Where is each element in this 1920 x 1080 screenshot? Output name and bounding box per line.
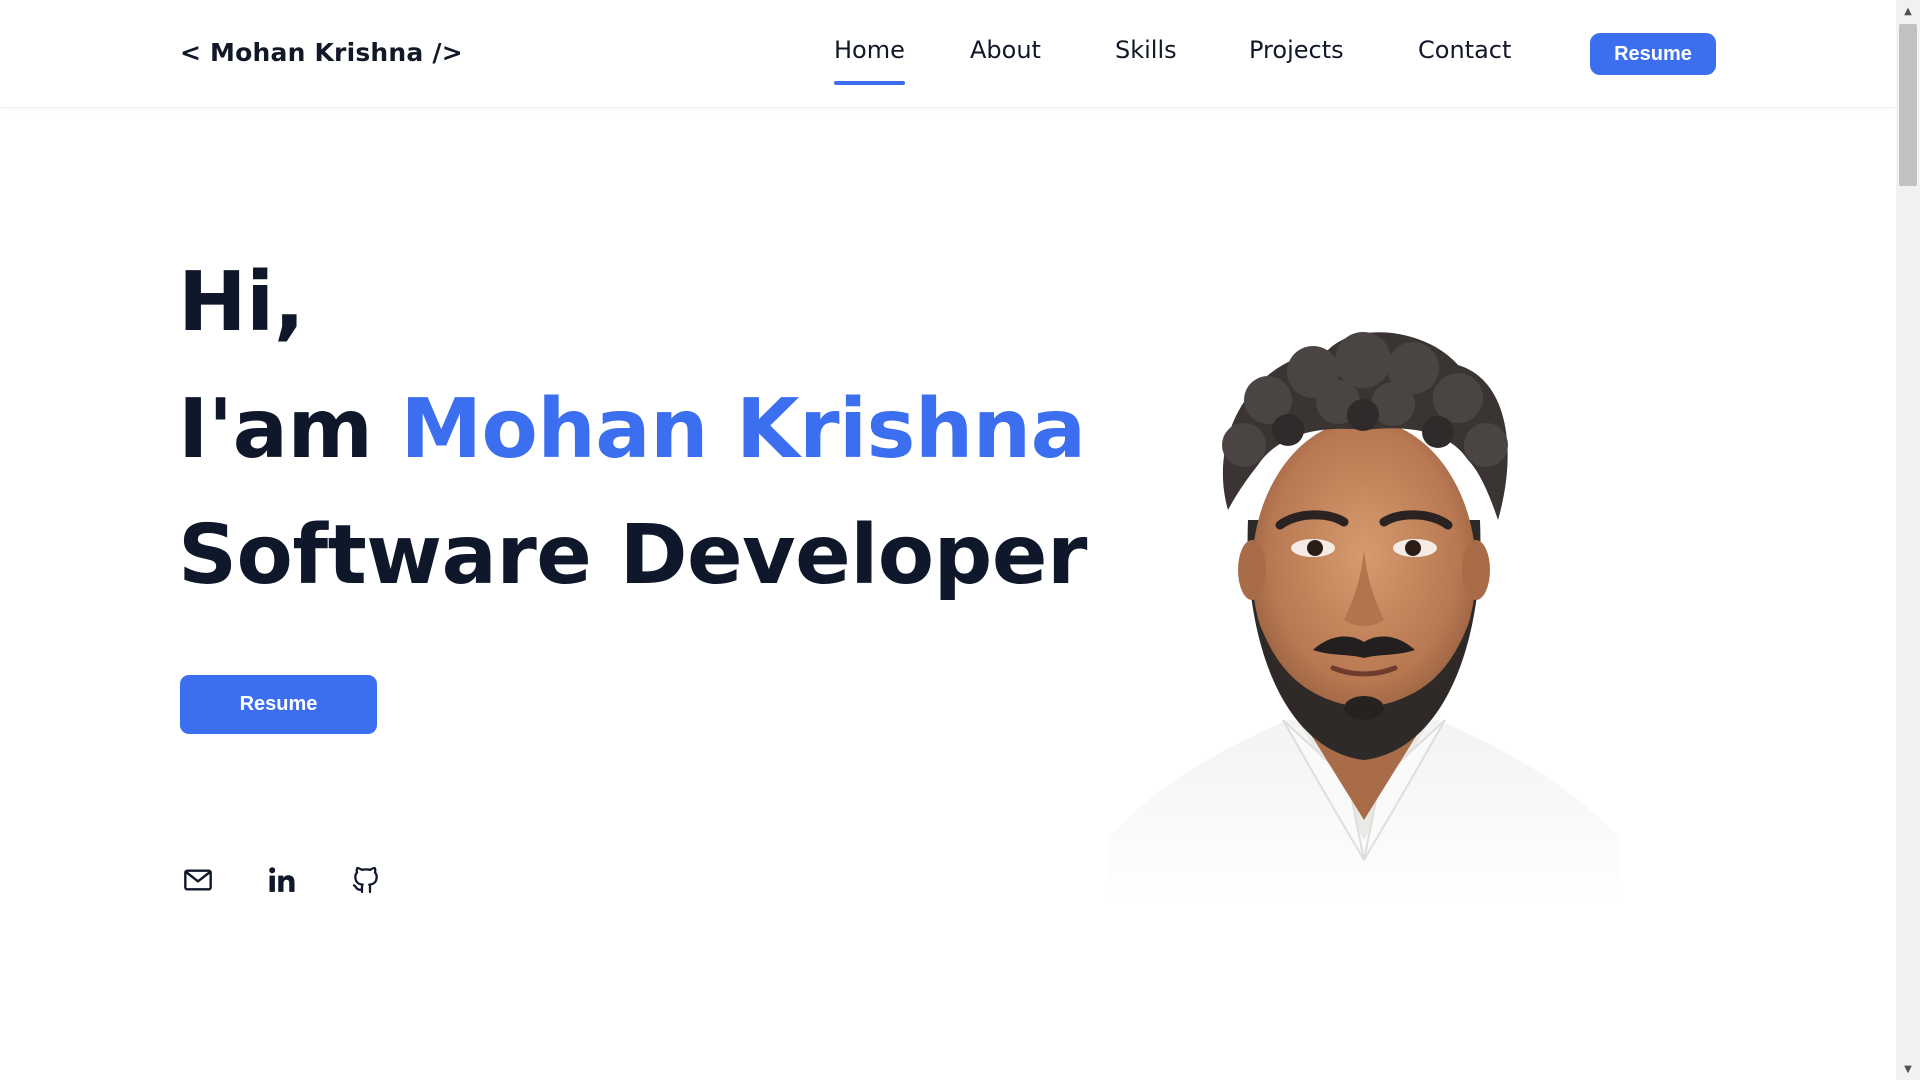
browser-viewport: < Mohan Krishna /> Home About Skills Pro… — [0, 0, 1920, 1080]
site-logo[interactable]: < Mohan Krishna /> — [180, 38, 463, 67]
hero-intro: I'am Mohan Krishna — [178, 382, 1086, 477]
github-icon — [352, 866, 378, 894]
scroll-thumb[interactable] — [1899, 24, 1917, 186]
mail-link[interactable] — [180, 862, 216, 898]
github-link[interactable] — [348, 862, 384, 898]
scroll-down-icon[interactable]: ▼ — [1896, 1060, 1920, 1078]
header-resume-button[interactable]: Resume — [1590, 33, 1716, 75]
hero-name: Mohan Krishna — [400, 382, 1086, 477]
nav-contact[interactable]: Contact — [1418, 36, 1511, 64]
vertical-scrollbar[interactable]: ▲ ▼ — [1896, 0, 1920, 1080]
linkedin-icon — [269, 867, 295, 892]
profile-photo — [1108, 320, 1620, 906]
nav-skills[interactable]: Skills — [1115, 36, 1177, 64]
hero-greeting: Hi, — [178, 255, 305, 350]
page: < Mohan Krishna /> Home About Skills Pro… — [0, 0, 1896, 1080]
nav-projects[interactable]: Projects — [1249, 36, 1344, 64]
mail-icon — [184, 869, 212, 891]
hero-role: Software Developer — [178, 508, 1087, 603]
site-header: < Mohan Krishna /> Home About Skills Pro… — [0, 0, 1896, 108]
nav-home[interactable]: Home — [834, 36, 905, 85]
hero-intro-prefix: I'am — [178, 382, 401, 477]
scroll-up-icon[interactable]: ▲ — [1896, 2, 1920, 20]
nav-about[interactable]: About — [970, 36, 1041, 64]
hero-resume-button[interactable]: Resume — [180, 675, 377, 734]
linkedin-link[interactable] — [264, 862, 300, 898]
profile-portrait-illustration — [1108, 332, 1620, 906]
